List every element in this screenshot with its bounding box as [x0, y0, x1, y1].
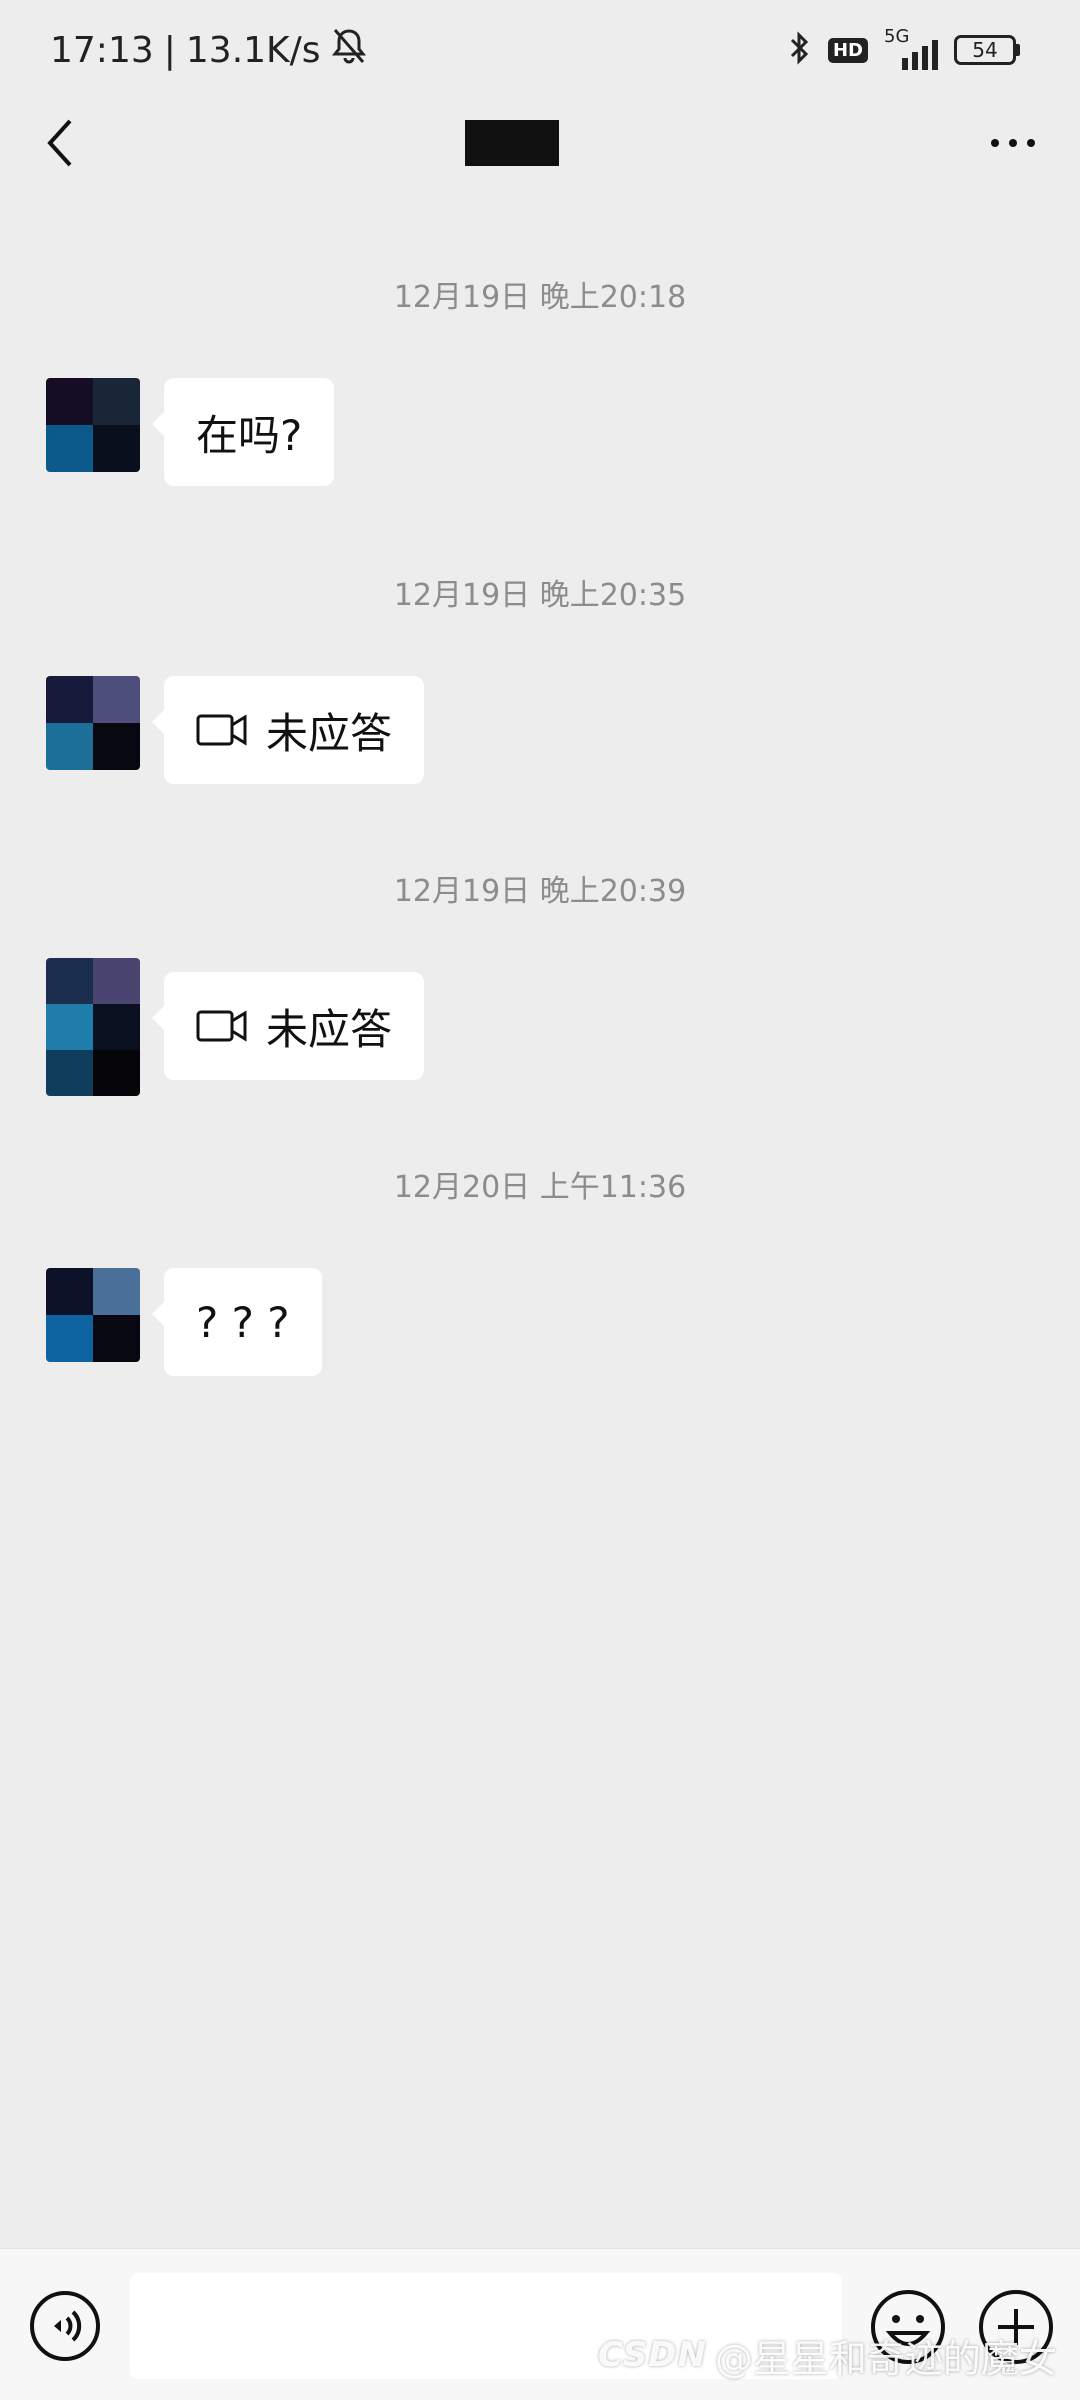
video-camera-icon: [196, 713, 248, 747]
message-text: 在吗?: [196, 410, 303, 460]
message-text: 未应答: [266, 708, 393, 758]
avatar[interactable]: [46, 378, 140, 472]
voice-icon: [30, 2291, 100, 2361]
message-row: 未应答: [46, 676, 425, 784]
dot-icon: [1027, 139, 1035, 147]
status-bar: 17:13 | 13.1K/s HD 5G 54: [0, 0, 1080, 100]
avatar[interactable]: [46, 958, 140, 1096]
chat-title: [465, 120, 559, 166]
avatar-pixel: [93, 1004, 140, 1050]
network-type: 5G: [884, 26, 910, 47]
message-bubble[interactable]: ? ? ?: [152, 1268, 322, 1376]
avatar-pixel: [93, 425, 140, 472]
watermark-text: @星星和奇迹的魔女: [714, 2336, 1057, 2381]
video-call-bubble[interactable]: 未应答: [151, 972, 425, 1080]
video-camera-icon: [196, 1009, 248, 1043]
avatar-pixel: [93, 1315, 140, 1362]
message-text: 未应答: [266, 1004, 393, 1054]
avatar-pixel: [93, 676, 140, 723]
battery-icon: 54: [954, 35, 1020, 65]
chat-message-list[interactable]: 12月19日 晚上20:18 在吗? 12月19日 晚上20:35 未应答 12…: [0, 186, 1080, 2246]
avatar-pixel: [93, 958, 140, 1004]
message-text: ? ? ?: [196, 1297, 290, 1347]
avatar-pixel: [46, 958, 93, 1004]
nav-bar: [0, 100, 1080, 186]
avatar[interactable]: [46, 676, 140, 770]
status-left: 17:13 | 13.1K/s: [50, 27, 367, 74]
avatar-pixel: [46, 378, 93, 425]
avatar-pixel: [46, 1268, 93, 1315]
voice-input-button[interactable]: [28, 2289, 102, 2363]
chevron-left-icon: [47, 119, 72, 167]
avatar-pixel: [46, 676, 93, 723]
dot-icon: [1009, 139, 1017, 147]
back-button[interactable]: [32, 115, 88, 171]
avatar-pixel: [93, 723, 140, 770]
avatar-pixel: [93, 1268, 140, 1315]
bluetooth-icon: [788, 30, 812, 70]
battery-level: 54: [954, 35, 1016, 65]
avatar-pixel: [46, 425, 93, 472]
avatar-pixel: [46, 1050, 93, 1096]
message-bubble[interactable]: 在吗?: [151, 378, 335, 486]
more-options-button[interactable]: [978, 123, 1048, 163]
message-row: ? ? ?: [46, 1268, 322, 1376]
avatar-pixel: [46, 1004, 93, 1050]
dot-icon: [991, 139, 999, 147]
message-timestamp: 12月19日 晚上20:35: [393, 578, 687, 613]
network-speed: 13.1K/s: [185, 29, 321, 71]
status-time: 17:13: [50, 29, 154, 71]
message-timestamp: 12月20日 上午11:36: [393, 1170, 687, 1205]
message-row: 在吗?: [46, 378, 335, 486]
watermark: CSDN @星星和奇迹的魔女: [598, 2330, 1057, 2381]
avatar-pixel: [46, 723, 93, 770]
message-timestamp: 12月19日 晚上20:18: [393, 280, 687, 315]
avatar[interactable]: [46, 1268, 140, 1362]
avatar-pixel: [93, 378, 140, 425]
hd-badge: HD: [827, 37, 868, 63]
avatar-pixel: [93, 1050, 140, 1096]
signal-icon: 5G: [884, 26, 938, 70]
message-row: 未应答: [46, 958, 425, 1096]
avatar-pixel: [46, 1315, 93, 1362]
status-right: HD 5G 54: [788, 26, 1020, 70]
video-call-bubble[interactable]: 未应答: [151, 676, 425, 784]
status-separator: |: [163, 29, 176, 71]
message-timestamp: 12月19日 晚上20:39: [393, 874, 687, 909]
watermark-logo: CSDN: [598, 2335, 707, 2375]
bell-muted-icon: [331, 27, 367, 74]
